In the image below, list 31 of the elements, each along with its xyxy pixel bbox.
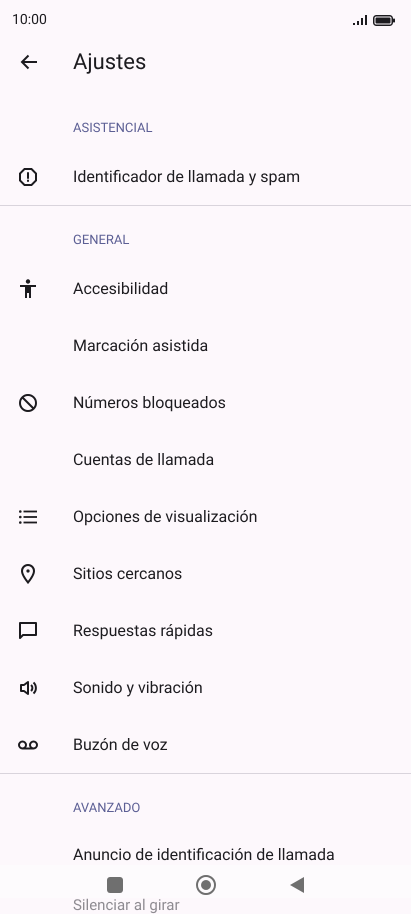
settings-item[interactable]: Anuncio de identificación de llamada: [0, 828, 411, 866]
page-title: Ajustes: [73, 48, 146, 76]
alert-icon: [18, 166, 38, 186]
battery-icon: [373, 14, 395, 26]
recent-apps-button[interactable]: [106, 876, 123, 892]
settings-item[interactable]: Opciones de visualización: [0, 488, 411, 545]
section-header: ASISTENCIAL: [73, 120, 154, 138]
settings-item[interactable]: Sonido y vibración: [0, 659, 411, 716]
chat-bubble-icon: [18, 620, 38, 640]
accessibility-icon: [19, 278, 37, 298]
back-nav-button[interactable]: [289, 876, 304, 893]
signal-icon: [353, 15, 369, 25]
block-icon: [18, 392, 38, 412]
settings-item[interactable]: Números bloqueados: [0, 374, 411, 431]
location-pin-icon: [21, 564, 35, 584]
status-time: 10:00: [12, 10, 47, 30]
settings-item[interactable]: Accesibilidad: [0, 260, 411, 317]
section-header: AVANZADO: [73, 800, 142, 818]
list-icon: [19, 510, 37, 524]
settings-item[interactable]: Cuentas de llamada: [0, 431, 411, 488]
settings-item[interactable]: Identificador de llamada y spam: [0, 148, 411, 205]
settings-item[interactable]: Buzón de voz: [0, 716, 411, 773]
settings-item[interactable]: Respuestas rápidas: [0, 602, 411, 659]
section-header: GENERAL: [73, 232, 130, 250]
settings-item[interactable]: Sitios cercanos: [0, 545, 411, 602]
speaker-icon: [19, 680, 37, 696]
home-button[interactable]: [196, 874, 216, 894]
settings-item[interactable]: Marcación asistida: [0, 317, 411, 374]
voicemail-icon: [18, 740, 38, 750]
back-triangle-icon: [290, 876, 304, 892]
back-arrow-icon: [20, 54, 38, 70]
